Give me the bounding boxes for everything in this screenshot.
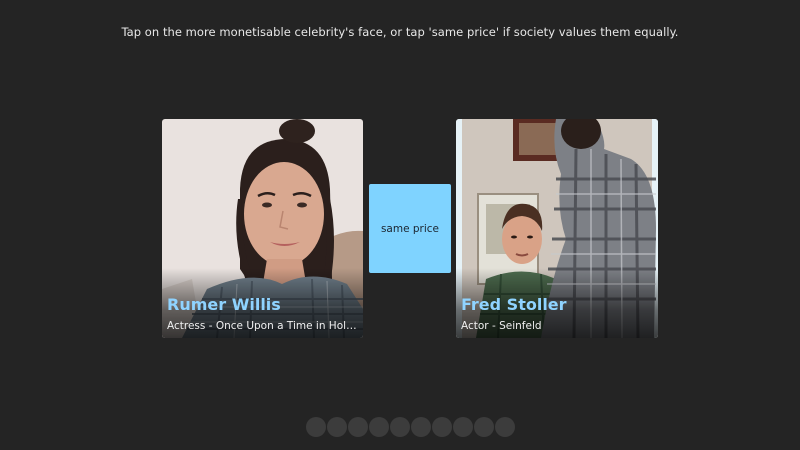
progress-dot [306,417,326,437]
celebrity-description-left: Actress - Once Upon a Time in Hollywo… [167,320,359,332]
game-screen: Tap on the more monetisable celebrity's … [0,0,800,450]
progress-dot [348,417,368,437]
celebrity-card-left[interactable]: Rumer Willis Actress - Once Upon a Time … [162,119,363,338]
celebrity-description-right: Actor - Seinfeld [461,320,542,332]
progress-dot [390,417,410,437]
same-price-button[interactable]: same price [369,184,451,273]
progress-dot [411,417,431,437]
progress-dot [432,417,452,437]
celebrity-name-right: Fred Stoller [461,295,567,314]
celebrity-card-right[interactable]: Fred Stoller Actor - Seinfeld [456,119,658,338]
instruction-text: Tap on the more monetisable celebrity's … [121,25,679,39]
progress-dot [327,417,347,437]
progress-dot [495,417,515,437]
progress-dot [453,417,473,437]
progress-indicator [306,417,515,437]
celebrity-name-left: Rumer Willis [167,295,281,314]
progress-dot [474,417,494,437]
progress-dot [369,417,389,437]
